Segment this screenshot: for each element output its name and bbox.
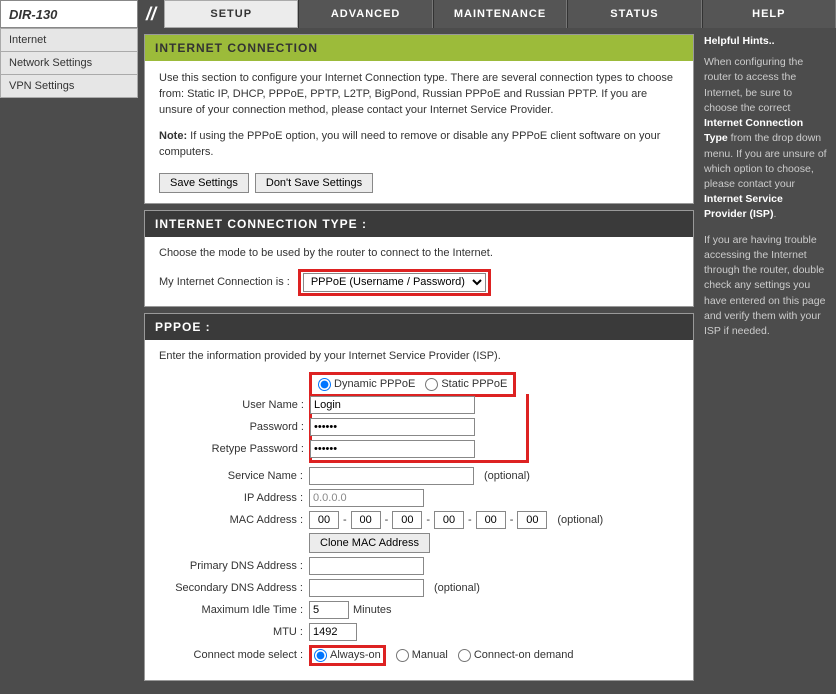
idle-unit: Minutes — [353, 604, 392, 616]
tab-status[interactable]: STATUS — [567, 0, 701, 28]
dns2-input[interactable] — [309, 579, 424, 597]
ip-input[interactable] — [309, 489, 424, 507]
idle-label: Maximum Idle Time : — [159, 604, 309, 616]
conntype-label: My Internet Connection is : — [159, 276, 290, 288]
pppoe-desc: Enter the information provided by your I… — [159, 350, 679, 362]
leftnav-vpn[interactable]: VPN Settings — [0, 75, 138, 98]
dont-save-button[interactable]: Don't Save Settings — [255, 173, 373, 193]
service-label: Service Name : — [159, 470, 309, 482]
tab-setup[interactable]: SETUP — [164, 0, 298, 28]
service-input[interactable] — [309, 467, 474, 485]
intro-text: Use this section to configure your Inter… — [159, 71, 679, 119]
save-button[interactable]: Save Settings — [159, 173, 249, 193]
mac-input-4[interactable] — [476, 511, 506, 529]
ondemand-input[interactable] — [458, 649, 471, 662]
service-optional: (optional) — [484, 470, 530, 482]
tab-advanced[interactable]: ADVANCED — [298, 0, 432, 28]
pppoe-panel: PPPOE : Enter the information provided b… — [144, 313, 694, 681]
dynamic-pppoe-input[interactable] — [318, 378, 331, 391]
ondemand-radio[interactable]: Connect-on demand — [458, 649, 574, 662]
mac-label: MAC Address : — [159, 514, 309, 526]
leftnav-internet[interactable]: Internet — [0, 28, 138, 52]
conntype-title: INTERNET CONNECTION TYPE : — [145, 211, 693, 237]
model-label: DIR-130 — [0, 0, 138, 28]
slash-decoration: // — [138, 0, 164, 28]
help-sidebar: Helpful Hints.. When configuring the rou… — [698, 28, 836, 691]
dynamic-pppoe-radio[interactable]: Dynamic PPPoE — [318, 378, 415, 391]
help-title: Helpful Hints.. — [704, 34, 828, 49]
mac-input-2[interactable] — [392, 511, 422, 529]
static-pppoe-radio[interactable]: Static PPPoE — [425, 378, 507, 391]
note-label: Note: — [159, 130, 187, 142]
retype-input[interactable] — [310, 440, 475, 458]
mac-input-5[interactable] — [517, 511, 547, 529]
top-tabs: SETUP ADVANCED MAINTENANCE STATUS HELP — [164, 0, 836, 28]
mtu-input[interactable] — [309, 623, 357, 641]
static-pppoe-input[interactable] — [425, 378, 438, 391]
mtu-label: MTU : — [159, 626, 309, 638]
manual-radio[interactable]: Manual — [396, 649, 448, 662]
user-label: User Name : — [160, 399, 310, 411]
always-on-input[interactable] — [314, 649, 327, 662]
left-nav: Internet Network Settings VPN Settings — [0, 28, 138, 691]
top-bar: DIR-130 // SETUP ADVANCED MAINTENANCE ST… — [0, 0, 836, 28]
manual-input[interactable] — [396, 649, 409, 662]
mac-input-3[interactable] — [434, 511, 464, 529]
conntype-desc: Choose the mode to be used by the router… — [159, 247, 679, 259]
connmode-label: Connect mode select : — [159, 649, 309, 661]
user-input[interactable] — [310, 396, 475, 414]
intro-title: INTERNET CONNECTION — [145, 35, 693, 61]
help-p2: If you are having trouble accessing the … — [704, 233, 828, 340]
tab-help[interactable]: HELP — [702, 0, 836, 28]
help-p1: When configuring the router to access th… — [704, 55, 828, 222]
always-on-radio[interactable]: Always-on — [314, 649, 381, 662]
password-label: Password : — [160, 421, 310, 433]
connmode-highlight: Always-on — [309, 645, 386, 666]
intro-panel: INTERNET CONNECTION Use this section to … — [144, 34, 694, 204]
pppoe-title: PPPOE : — [145, 314, 693, 340]
dns1-input[interactable] — [309, 557, 424, 575]
mac-optional: (optional) — [557, 514, 603, 526]
note-text: If using the PPPoE option, you will need… — [159, 130, 660, 158]
conntype-highlight: PPPoE (Username / Password) — [298, 269, 491, 296]
dns2-label: Secondary DNS Address : — [159, 582, 309, 594]
retype-label: Retype Password : — [160, 443, 310, 455]
dns2-optional: (optional) — [434, 582, 480, 594]
password-input[interactable] — [310, 418, 475, 436]
ip-label: IP Address : — [159, 492, 309, 504]
tab-maintenance[interactable]: MAINTENANCE — [433, 0, 567, 28]
main-content: INTERNET CONNECTION Use this section to … — [138, 28, 698, 691]
conntype-select[interactable]: PPPoE (Username / Password) — [303, 273, 486, 292]
mac-input-0[interactable] — [309, 511, 339, 529]
conntype-panel: INTERNET CONNECTION TYPE : Choose the mo… — [144, 210, 694, 307]
dns1-label: Primary DNS Address : — [159, 560, 309, 572]
intro-note: Note: If using the PPPoE option, you wil… — [159, 129, 679, 161]
idle-input[interactable] — [309, 601, 349, 619]
clone-mac-button[interactable]: Clone MAC Address — [309, 533, 430, 553]
mac-input-1[interactable] — [351, 511, 381, 529]
leftnav-network[interactable]: Network Settings — [0, 52, 138, 75]
